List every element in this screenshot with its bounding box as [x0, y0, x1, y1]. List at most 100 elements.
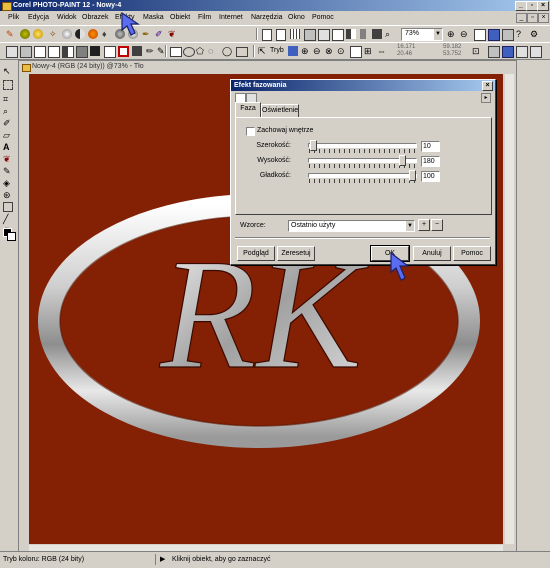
replace-mode-icon[interactable]: [288, 46, 298, 56]
add-preset-button[interactable]: +: [418, 219, 430, 231]
brush-tool-icon[interactable]: ✎: [3, 166, 14, 177]
eyedropper-tool-icon[interactable]: ✐: [3, 118, 14, 129]
dialog-menu-arrow-icon[interactable]: ▸: [481, 93, 491, 103]
sheet-icon[interactable]: [34, 46, 46, 58]
smoothness-slider-track[interactable]: [308, 173, 417, 178]
layers-icon[interactable]: [304, 29, 316, 41]
menu-obrazek[interactable]: Obrazek: [82, 14, 108, 21]
subtract-mode-icon[interactable]: ⊖: [313, 46, 323, 56]
smoothness-value-input[interactable]: 100: [421, 171, 440, 182]
square-icon[interactable]: [372, 29, 382, 39]
mdi-restore-button[interactable]: ▫: [527, 13, 538, 23]
page-icon[interactable]: [262, 29, 272, 41]
cancel-button[interactable]: Anuluj: [413, 246, 451, 261]
pen-icon[interactable]: ✒: [142, 29, 152, 39]
mask-tool-icon[interactable]: [3, 80, 13, 90]
screen-icon[interactable]: [502, 29, 514, 41]
coord-a1[interactable]: 16.171: [397, 44, 415, 50]
window2-icon[interactable]: [488, 46, 500, 58]
smoothness-slider-thumb[interactable]: [409, 170, 416, 181]
mask-icon[interactable]: [318, 29, 330, 41]
dialog-close-button[interactable]: ×: [482, 81, 493, 91]
width-slider-track[interactable]: [308, 143, 417, 148]
reset-button[interactable]: Zeresetuj: [277, 246, 315, 261]
mdi-close-button[interactable]: ×: [538, 13, 549, 23]
dark-box-icon[interactable]: [132, 46, 142, 56]
preset-combo[interactable]: Ostatnio użyty ▼: [288, 220, 415, 232]
new-icon[interactable]: ✎: [6, 29, 16, 39]
xor-mode-icon[interactable]: ⊗: [325, 46, 335, 56]
frame-icon[interactable]: [20, 46, 32, 58]
remove-preset-button[interactable]: −: [431, 219, 443, 231]
pipette-icon[interactable]: ✐: [155, 29, 165, 39]
effect-tool-icon[interactable]: ❦: [3, 154, 14, 165]
menu-edycja[interactable]: Edycja: [28, 14, 49, 21]
shadow-box-icon[interactable]: [76, 46, 88, 58]
sun-icon[interactable]: [88, 29, 98, 39]
rect2-icon[interactable]: [236, 47, 248, 57]
menu-pomoc[interactable]: Pomoc: [312, 14, 334, 21]
lasso-icon[interactable]: ◯: [222, 46, 232, 56]
arrows-icon[interactable]: ⇔: [377, 46, 387, 56]
window-icon[interactable]: [488, 29, 500, 41]
vertical-scrollbar[interactable]: [505, 74, 514, 544]
transform-icon[interactable]: [350, 46, 362, 58]
pick-tool-icon[interactable]: ↖: [3, 66, 14, 77]
pencil-icon[interactable]: ✏: [146, 46, 156, 56]
freehand-icon[interactable]: ◌: [208, 46, 218, 56]
fill-tool-icon[interactable]: ◈: [3, 178, 14, 189]
copy-icon[interactable]: [6, 46, 18, 58]
wand-icon[interactable]: ✧: [49, 29, 59, 39]
tab-faza[interactable]: Faza: [235, 102, 261, 118]
line-tool-icon[interactable]: ╱: [3, 214, 14, 225]
clone-tool-icon[interactable]: ⊛: [3, 190, 14, 201]
coord-b2[interactable]: 53.752: [443, 51, 461, 57]
help-button[interactable]: Pomoc: [453, 246, 491, 261]
shape-tool-icon[interactable]: [3, 202, 13, 212]
lock-icon[interactable]: ⊡: [472, 46, 482, 56]
close-button[interactable]: ×: [537, 1, 549, 11]
page-copy-icon[interactable]: [276, 29, 286, 41]
add-mode-icon[interactable]: ⊕: [301, 46, 311, 56]
zoom-in-icon[interactable]: ⊕: [447, 29, 457, 39]
help-icon[interactable]: ?: [516, 29, 526, 39]
half-circle-icon[interactable]: [75, 29, 85, 39]
circle-gray-icon[interactable]: [62, 29, 72, 39]
rectangle-icon[interactable]: [170, 47, 182, 57]
menu-internet[interactable]: Internet: [219, 14, 243, 21]
menu-maska[interactable]: Maska: [143, 14, 164, 21]
split-icon[interactable]: [346, 29, 356, 39]
chevron-down-icon[interactable]: ▼: [406, 221, 414, 231]
grid-icon[interactable]: [290, 29, 300, 39]
drop-icon[interactable]: ♦: [102, 29, 112, 39]
width-value-input[interactable]: 10: [421, 141, 440, 152]
anchor-icon[interactable]: ⊞: [364, 46, 374, 56]
cascade-icon[interactable]: [530, 46, 542, 58]
coord-b1[interactable]: 59.182: [443, 44, 461, 50]
settings-icon[interactable]: ⚙: [530, 29, 540, 39]
crop-tool-icon[interactable]: ⌗: [3, 94, 14, 105]
menu-okno[interactable]: Okno: [288, 14, 305, 21]
mdi-minimize-button[interactable]: _: [516, 13, 527, 23]
zoom-tool-icon[interactable]: ⌕: [3, 106, 14, 117]
window3-icon[interactable]: [502, 46, 514, 58]
intersect-mode-icon[interactable]: ⊙: [337, 46, 347, 56]
fit-icon[interactable]: [474, 29, 486, 41]
brush-icon[interactable]: [20, 29, 30, 39]
tab-oswietlenie[interactable]: Oświetlenie: [261, 104, 299, 118]
half-box-icon[interactable]: [62, 46, 74, 58]
object-icon[interactable]: [332, 29, 344, 41]
polygon-icon[interactable]: ⬠: [196, 46, 206, 56]
text-tool-icon[interactable]: A: [3, 142, 14, 153]
curl-icon[interactable]: ❦: [168, 29, 178, 39]
red-box-icon[interactable]: [118, 46, 129, 57]
height-slider-thumb[interactable]: [398, 155, 406, 166]
width-slider-thumb[interactable]: [310, 140, 318, 151]
lightbulb-icon[interactable]: [33, 29, 43, 39]
status-arrow-icon[interactable]: ▶: [160, 555, 165, 563]
zoom-combo[interactable]: 73% ▼: [401, 28, 443, 41]
background-color-swatch[interactable]: [7, 232, 16, 241]
chevron-down-icon[interactable]: ▼: [434, 29, 442, 40]
menu-film[interactable]: Film: [198, 14, 211, 21]
coord-a2[interactable]: 20.46: [397, 51, 412, 57]
